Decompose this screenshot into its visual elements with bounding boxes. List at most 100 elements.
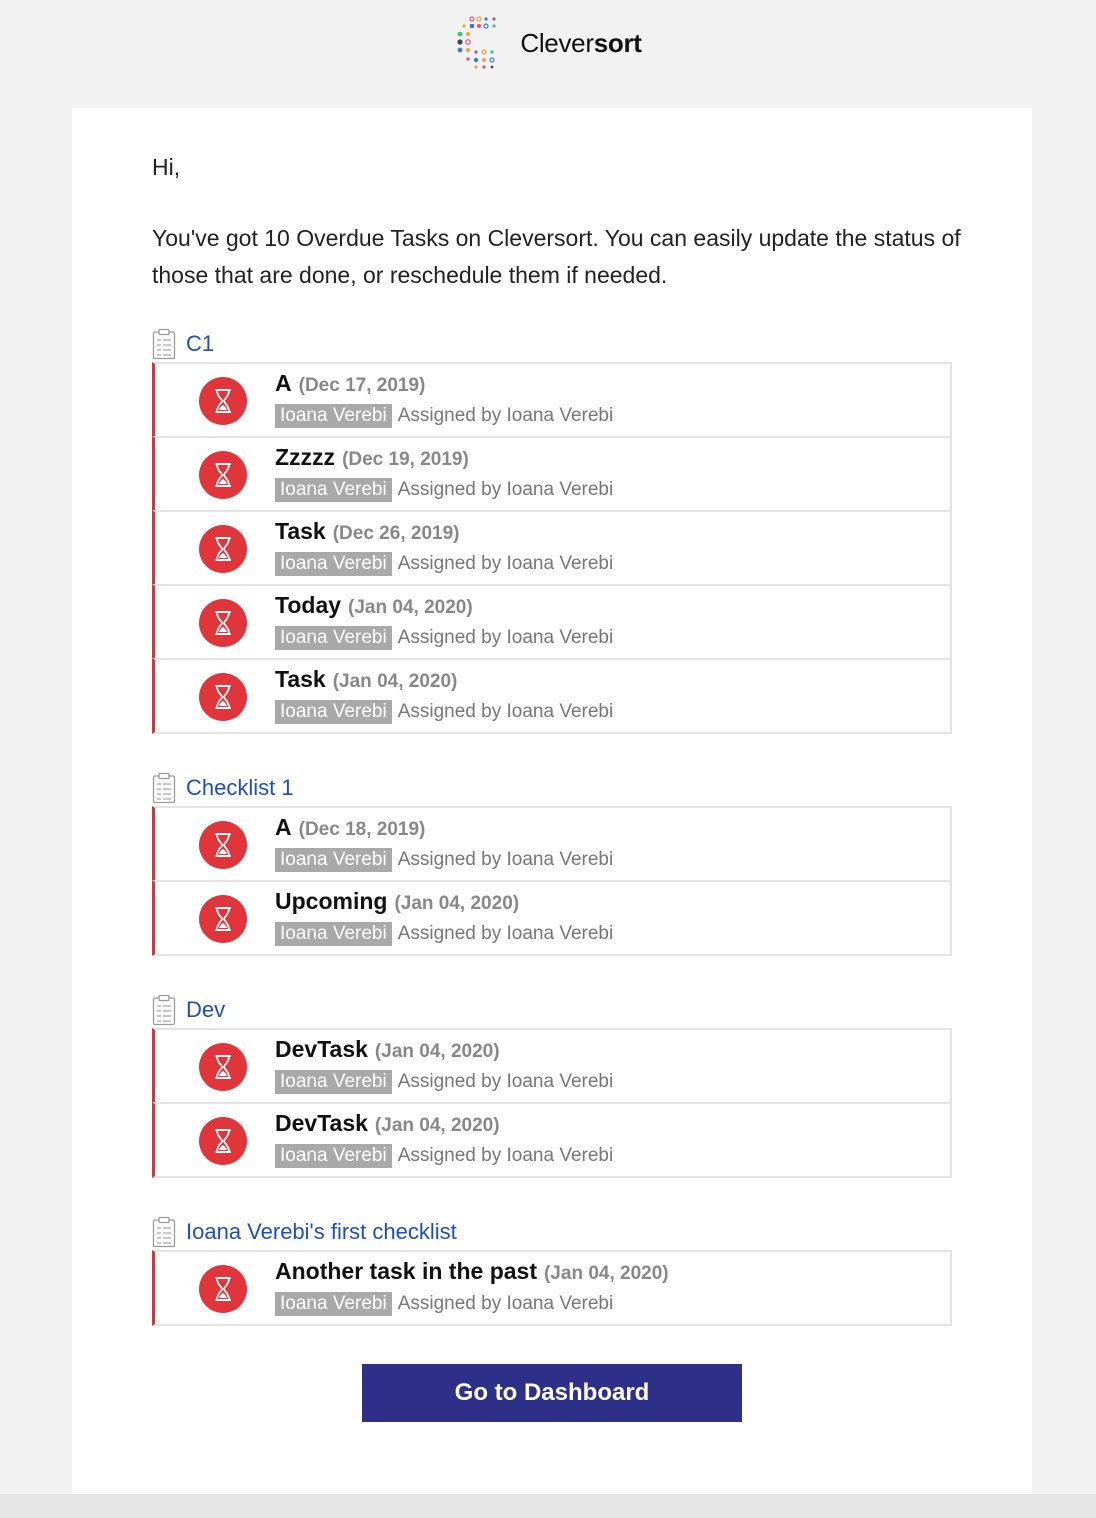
task-heading: Upcoming (Jan 04, 2020) — [275, 888, 613, 920]
hourglass-icon — [215, 833, 231, 857]
task-heading: Today (Jan 04, 2020) — [275, 592, 613, 624]
overdue-status — [199, 1117, 247, 1165]
task-list: A (Dec 17, 2019) Ioana Verebi Assigned b… — [152, 362, 952, 734]
greeting: Hi, — [152, 154, 181, 180]
task-due-date: (Jan 04, 2020) — [374, 1041, 500, 1062]
task-body: A (Dec 18, 2019) Ioana Verebi Assigned b… — [275, 814, 613, 872]
assignee-badge: Ioana Verebi — [275, 700, 392, 724]
overdue-status — [199, 525, 247, 573]
hourglass-icon — [215, 685, 231, 709]
task-row[interactable]: Task (Jan 04, 2020) Ioana Verebi Assigne… — [152, 658, 952, 734]
group-title: Checklist 1 — [152, 770, 952, 806]
task-name: A — [275, 814, 292, 840]
task-body: Another task in the past (Jan 04, 2020) … — [275, 1258, 669, 1316]
assigned-by-text: Assigned by Ioana Verebi — [397, 849, 614, 870]
assigned-by-text: Assigned by Ioana Verebi — [397, 923, 614, 944]
group-name-link[interactable]: Dev — [186, 997, 225, 1023]
footer-background — [0, 1494, 1096, 1518]
task-due-date: (Jan 04, 2020) — [332, 671, 458, 692]
assignee-badge: Ioana Verebi — [275, 552, 392, 576]
clipboard-icon — [152, 1216, 176, 1248]
task-heading: A (Dec 17, 2019) — [275, 370, 613, 402]
overdue-status — [199, 451, 247, 499]
task-meta: Ioana Verebi Assigned by Ioana Verebi — [275, 478, 613, 502]
task-row[interactable]: DevTask (Jan 04, 2020) Ioana Verebi Assi… — [152, 1102, 952, 1178]
task-meta: Ioana Verebi Assigned by Ioana Verebi — [275, 922, 613, 946]
group-name-link[interactable]: Checklist 1 — [186, 775, 294, 801]
task-group: C1 A (Dec 17, 2019) Ioana Verebi Assigne… — [152, 326, 952, 734]
assignee-badge: Ioana Verebi — [275, 478, 392, 502]
task-meta: Ioana Verebi Assigned by Ioana Verebi — [275, 848, 613, 872]
task-due-date: (Dec 18, 2019) — [298, 819, 426, 840]
task-row[interactable]: Another task in the past (Jan 04, 2020) … — [152, 1250, 952, 1326]
task-name: Zzzzz — [275, 444, 336, 470]
overdue-status — [199, 673, 247, 721]
logo-wordmark: Cleversort — [520, 27, 642, 59]
email-header: Cleversort — [0, 0, 1096, 108]
hourglass-icon — [215, 1129, 231, 1153]
email-card: Hi, You've got 10 Overdue Tasks on Cleve… — [72, 108, 1032, 1494]
task-due-date: (Dec 26, 2019) — [332, 523, 460, 544]
group-title: C1 — [152, 326, 952, 362]
task-due-date: (Dec 19, 2019) — [342, 449, 469, 470]
hourglass-icon — [215, 389, 231, 413]
group-name-link[interactable]: C1 — [186, 331, 214, 357]
task-groups: C1 A (Dec 17, 2019) Ioana Verebi Assigne… — [152, 326, 952, 1362]
go-to-dashboard-button[interactable]: Go to Dashboard — [362, 1364, 742, 1422]
task-heading: Task (Jan 04, 2020) — [275, 666, 613, 698]
task-name: Today — [275, 592, 342, 618]
task-row[interactable]: Upcoming (Jan 04, 2020) Ioana Verebi Ass… — [152, 880, 952, 956]
cleversort-logo-mark-icon — [457, 16, 496, 69]
task-group: Checklist 1 A (Dec 18, 2019) Ioana Vereb… — [152, 770, 952, 956]
task-row[interactable]: Task (Dec 26, 2019) Ioana Verebi Assigne… — [152, 510, 952, 586]
task-due-date: (Jan 04, 2020) — [374, 1115, 500, 1136]
task-due-date: (Dec 17, 2019) — [298, 375, 426, 396]
task-heading: Task (Dec 26, 2019) — [275, 518, 613, 550]
task-body: Task (Jan 04, 2020) Ioana Verebi Assigne… — [275, 666, 613, 724]
clipboard-icon — [152, 328, 176, 360]
hourglass-icon — [215, 907, 231, 931]
hourglass-icon — [215, 463, 231, 487]
task-group: Dev DevTask (Jan 04, 2020) Ioana Verebi … — [152, 992, 952, 1178]
group-title: Ioana Verebi's first checklist — [152, 1214, 952, 1250]
overdue-status — [199, 377, 247, 425]
task-name: Task — [275, 518, 326, 544]
overdue-status — [199, 895, 247, 943]
assignee-badge: Ioana Verebi — [275, 922, 392, 946]
assignee-badge: Ioana Verebi — [275, 404, 392, 428]
task-name: DevTask — [275, 1036, 368, 1062]
task-group: Ioana Verebi's first checklist Another t… — [152, 1214, 952, 1326]
assigned-by-text: Assigned by Ioana Verebi — [397, 1071, 614, 1092]
cleversort-logo[interactable]: Cleversort — [454, 15, 642, 71]
task-meta: Ioana Verebi Assigned by Ioana Verebi — [275, 552, 613, 576]
task-row[interactable]: A (Dec 18, 2019) Ioana Verebi Assigned b… — [152, 806, 952, 882]
assigned-by-text: Assigned by Ioana Verebi — [397, 1145, 614, 1166]
task-row[interactable]: Zzzzz (Dec 19, 2019) Ioana Verebi Assign… — [152, 436, 952, 512]
task-row[interactable]: Today (Jan 04, 2020) Ioana Verebi Assign… — [152, 584, 952, 660]
task-body: Task (Dec 26, 2019) Ioana Verebi Assigne… — [275, 518, 613, 576]
task-meta: Ioana Verebi Assigned by Ioana Verebi — [275, 404, 613, 428]
task-heading: Another task in the past (Jan 04, 2020) — [275, 1258, 669, 1290]
overdue-status — [199, 599, 247, 647]
logo-wordmark-regular: Clever — [520, 27, 594, 58]
task-body: A (Dec 17, 2019) Ioana Verebi Assigned b… — [275, 370, 613, 428]
task-body: Zzzzz (Dec 19, 2019) Ioana Verebi Assign… — [275, 444, 613, 502]
overdue-status — [199, 1043, 247, 1091]
hourglass-icon — [215, 537, 231, 561]
assigned-by-text: Assigned by Ioana Verebi — [397, 701, 614, 722]
group-title: Dev — [152, 992, 952, 1028]
overdue-status — [199, 821, 247, 869]
clipboard-icon — [152, 994, 176, 1026]
assignee-badge: Ioana Verebi — [275, 626, 392, 650]
task-list: A (Dec 18, 2019) Ioana Verebi Assigned b… — [152, 806, 952, 956]
task-list: DevTask (Jan 04, 2020) Ioana Verebi Assi… — [152, 1028, 952, 1178]
task-body: DevTask (Jan 04, 2020) Ioana Verebi Assi… — [275, 1036, 613, 1094]
assigned-by-text: Assigned by Ioana Verebi — [397, 1293, 614, 1314]
group-name-link[interactable]: Ioana Verebi's first checklist — [186, 1219, 457, 1245]
task-body: Upcoming (Jan 04, 2020) Ioana Verebi Ass… — [275, 888, 613, 946]
task-row[interactable]: A (Dec 17, 2019) Ioana Verebi Assigned b… — [152, 362, 952, 438]
task-row[interactable]: DevTask (Jan 04, 2020) Ioana Verebi Assi… — [152, 1028, 952, 1104]
assignee-badge: Ioana Verebi — [275, 1070, 392, 1094]
overdue-status — [199, 1265, 247, 1313]
task-due-date: (Jan 04, 2020) — [348, 597, 473, 618]
